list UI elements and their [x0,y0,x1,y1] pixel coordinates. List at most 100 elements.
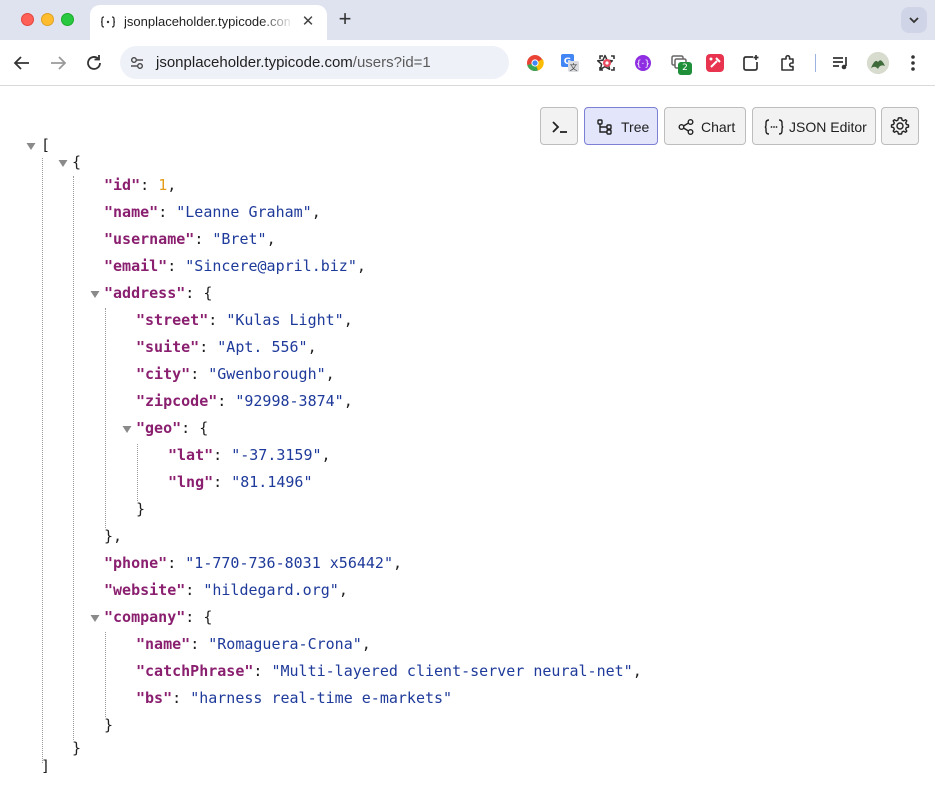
tab-manager-extension[interactable]: 2 [670,53,692,75]
new-tab-icon[interactable]: + [334,8,356,31]
json-value: "Romaguera-Crona" [208,635,362,653]
json-line: "city": "Gwenborough", [136,365,335,383]
back-icon[interactable] [10,51,34,75]
json-key: "street" [136,311,209,329]
json-line: "street": "Kulas Light", [136,311,353,329]
json-key: "suite" [136,338,200,356]
json-value: "-37.3159" [231,446,322,464]
tab-close-icon[interactable]: ✕ [300,14,316,30]
json-key: "email" [104,257,168,275]
more-menu-icon[interactable] [903,52,923,74]
url-text: jsonplaceholder.typicode.com/users?id=1 [156,54,431,71]
tree-view-button[interactable]: Tree [584,107,658,145]
collapse-toggle-icon[interactable] [57,157,69,169]
favicon-icon [100,16,116,28]
title-bar: jsonplaceholder.typicode.com/users?id=1 … [0,0,935,40]
collapse-toggle-icon[interactable] [89,612,101,624]
reload-icon[interactable] [82,51,106,75]
json-key: "name" [104,203,159,221]
url-host: jsonplaceholder.typicode.com [156,54,353,71]
json-line: "phone": "1-770-736-8031 x56442", [104,554,403,572]
address-bar[interactable]: jsonplaceholder.typicode.com/users?id=1 [120,46,614,79]
browser-tab[interactable]: jsonplaceholder.typicode.com/users?id=1 … [90,5,327,40]
json-line: [ [41,136,51,154]
media-controls-icon[interactable] [831,53,851,73]
json-key: "geo" [136,419,182,437]
browser-toolbar: jsonplaceholder.typicode.com/users?id=1 … [0,40,935,86]
forward-icon[interactable] [46,51,70,75]
chart-label: Chart [701,119,736,135]
json-value: "hildegard.org" [203,581,339,599]
collapse-toggle-icon[interactable] [25,140,37,152]
json-key: "name" [136,635,191,653]
profile-avatar[interactable] [867,52,889,74]
json-key: "website" [104,581,186,599]
extensions-puzzle-icon[interactable] [778,53,798,73]
chart-view-button[interactable]: Chart [664,107,746,145]
json-line: "company": { [104,608,213,626]
collapse-toggle-icon[interactable] [121,423,133,435]
json-line: ] [41,757,51,775]
terminal-button[interactable] [540,107,578,145]
terminal-icon [552,121,567,133]
json-value: 1 [158,176,168,194]
gear-icon [890,117,910,135]
json-editor-button[interactable]: JSON Editor [752,107,876,145]
json-key: "bs" [136,689,173,707]
extension-badge: 2 [678,62,692,75]
json-line: "geo": { [136,419,209,437]
braces-icon [764,119,784,135]
screen-capture-icon[interactable] [597,53,617,73]
json-key: "username" [104,230,195,248]
json-value: "Bret" [212,230,267,248]
json-line: }, [104,527,123,545]
color-picker-icon[interactable] [705,53,725,73]
collapse-toggle-icon[interactable] [89,288,101,300]
json-key: "zipcode" [136,392,218,410]
chrome-extension-icon[interactable] [525,53,545,73]
json-key: "city" [136,365,191,383]
json-line: "email": "Sincere@april.biz", [104,257,366,275]
zoom-window-button[interactable] [61,13,74,26]
guide-line [105,632,106,717]
site-settings-icon[interactable] [128,54,146,72]
tree-icon [597,119,612,135]
json-key: "phone" [104,554,168,572]
json-value: "Multi-layered client-server neural-net" [271,662,633,680]
json-line: "catchPhrase": "Multi-layered client-ser… [136,662,642,680]
url-path: /users?id=1 [352,54,431,71]
json-value: "Kulas Light" [226,311,344,329]
guide-line [42,158,43,763]
settings-button[interactable] [881,107,919,145]
json-key: "company" [104,608,186,626]
guide-line [105,308,106,528]
json-line: "address": { [104,284,213,302]
translate-icon[interactable]: G 文 [560,53,580,73]
guide-line [73,176,74,740]
chevron-down-icon [909,17,919,24]
chart-icon [678,119,694,135]
json-key: "id" [104,176,141,194]
web-extension-icon[interactable]: {·} [633,53,653,73]
json-line: "zipcode": "92998-3874", [136,392,353,410]
tree-label: Tree [621,119,650,135]
json-line: "bs": "harness real-time e-markets" [136,689,453,707]
json-line: "name": "Romaguera-Crona", [136,635,371,653]
json-key: "address" [104,284,186,302]
json-key: "catchPhrase" [136,662,254,680]
json-line: "lat": "-37.3159", [168,446,331,464]
json-value: "81.1496" [231,473,313,491]
json-line: { [72,153,82,171]
json-value: "92998-3874" [235,392,344,410]
json-key: "lng" [168,473,214,491]
json-line: "lng": "81.1496" [168,473,313,491]
crop-extension-icon[interactable] [741,53,761,73]
minimize-window-button[interactable] [41,13,54,26]
json-editor-label: JSON Editor [789,119,867,135]
json-line: "name": "Leanne Graham", [104,203,321,221]
tab-search-button[interactable] [901,7,927,33]
json-value: "1-770-736-8031 x56442" [185,554,393,572]
json-value: "Sincere@april.biz" [185,257,357,275]
close-window-button[interactable] [21,13,34,26]
json-line: "id": 1, [104,176,177,194]
